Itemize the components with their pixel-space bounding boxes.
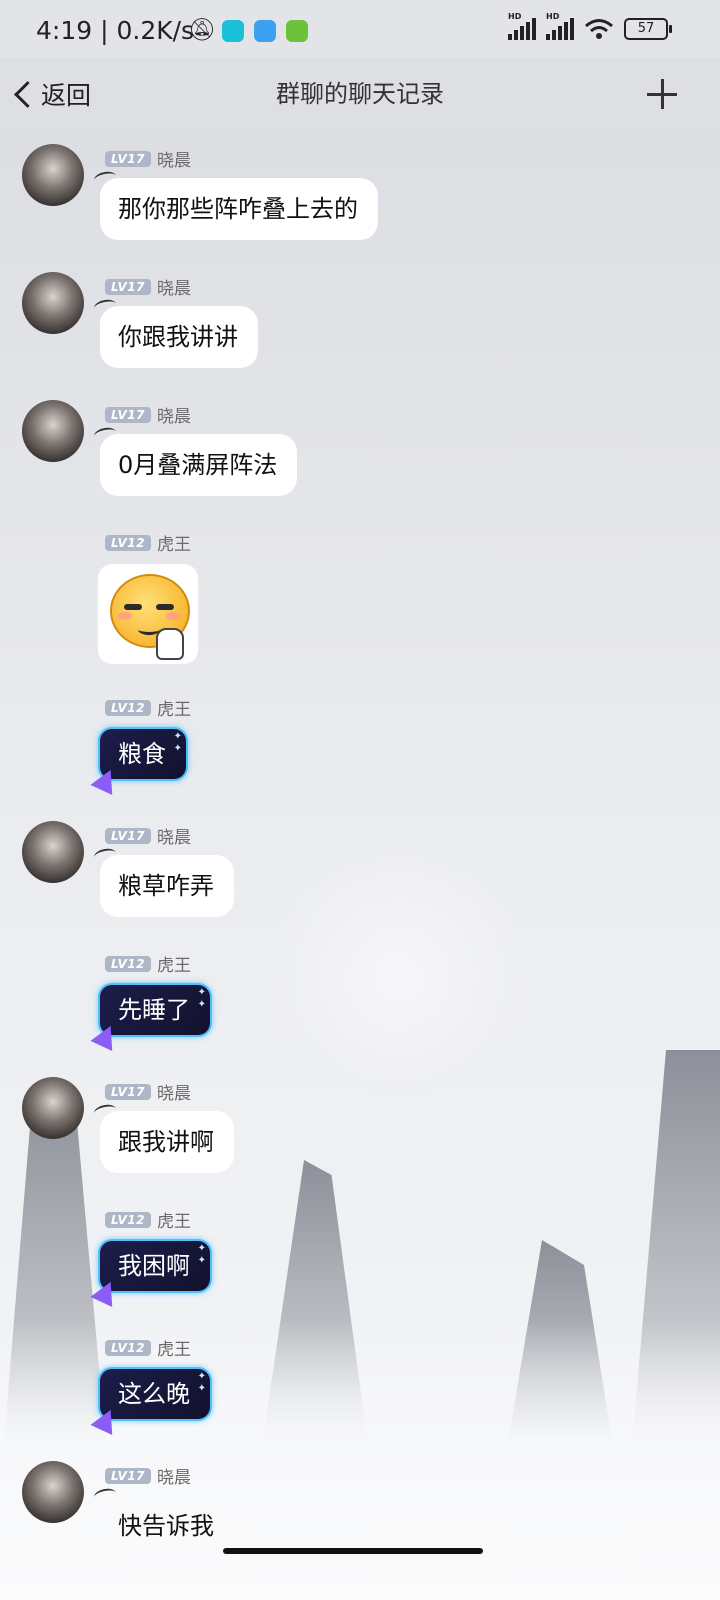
taptap-app-icon xyxy=(222,20,244,42)
styled-message-bubble[interactable]: ✦ ✦ 先睡了 xyxy=(90,983,212,1052)
hd-signal-icon: HD xyxy=(546,12,574,40)
avatar[interactable] xyxy=(22,272,84,334)
hd-signal-icon: HD xyxy=(508,12,536,40)
level-badge: LV17 xyxy=(105,406,151,423)
message-bubble[interactable]: 你跟我讲讲 xyxy=(92,297,258,368)
status-time: 4:19 | 0.2K/s xyxy=(36,16,195,45)
sender-name: 晓晨 xyxy=(156,279,191,299)
level-badge: LV12 xyxy=(105,534,151,551)
avatar[interactable] xyxy=(22,144,84,206)
wifi-icon xyxy=(585,19,613,39)
styled-message-bubble[interactable]: ✦ ✦ 我困啊 xyxy=(90,1239,212,1308)
level-badge: LV12 xyxy=(105,955,151,972)
sender-name: 虎王 xyxy=(156,1212,191,1232)
styled-message-bubble[interactable]: ✦ ✦ 这么晚 xyxy=(90,1367,212,1436)
level-badge: LV17 xyxy=(105,150,151,167)
message-text: 跟我讲啊 xyxy=(118,1128,214,1156)
header: 返回 群聊的聊天记录 xyxy=(0,58,720,132)
level-badge: LV12 xyxy=(105,699,151,716)
sender-name: 晓晨 xyxy=(156,151,191,171)
message-bubble[interactable]: 那你那些阵咋叠上去的 xyxy=(92,169,378,240)
battery-icon: 57 xyxy=(624,18,672,40)
level-badge: LV17 xyxy=(105,827,151,844)
store-app-icon xyxy=(254,20,276,42)
plus-icon[interactable] xyxy=(644,76,680,112)
message-text: 我困啊 xyxy=(118,1252,190,1280)
sender-name: 晓晨 xyxy=(156,828,191,848)
styled-message-bubble[interactable]: ✦ ✦ 粮食 xyxy=(90,727,188,796)
star-decoration-icon xyxy=(90,1276,122,1308)
level-badge: LV17 xyxy=(105,278,151,295)
message-text: 先睡了 xyxy=(118,996,190,1024)
home-indicator[interactable] xyxy=(223,1548,483,1554)
sender-name: 晓晨 xyxy=(156,407,191,427)
sender-name: 晓晨 xyxy=(156,1468,191,1488)
star-decoration-icon xyxy=(90,1020,122,1052)
avatar[interactable] xyxy=(22,1077,84,1139)
hand-icon xyxy=(156,628,184,660)
message-text: 这么晚 xyxy=(118,1380,190,1408)
mute-bell-icon: 🔕︎ xyxy=(188,18,216,43)
level-badge: LV12 xyxy=(105,1211,151,1228)
page-title: 群聊的聊天记录 xyxy=(276,80,444,108)
avatar[interactable] xyxy=(22,821,84,883)
status-bar: 4:19 | 0.2K/s 🔕︎ HD HD 57 xyxy=(0,0,720,58)
background-moon xyxy=(268,848,528,1108)
message-text: 快告诉我 xyxy=(118,1512,214,1540)
message-text: 你跟我讲讲 xyxy=(118,323,238,351)
background-fog xyxy=(0,1320,720,1600)
download-app-icon xyxy=(286,20,308,42)
avatar[interactable] xyxy=(22,1461,84,1523)
avatar[interactable] xyxy=(22,400,84,462)
message-text: 0月叠满屏阵法 xyxy=(118,451,278,479)
sticker-message[interactable] xyxy=(98,564,198,664)
message-bubble[interactable]: 粮草咋弄 xyxy=(92,846,234,917)
sender-name: 虎王 xyxy=(156,1340,191,1360)
message-bubble[interactable]: 0月叠满屏阵法 xyxy=(92,425,298,496)
level-badge: LV12 xyxy=(105,1339,151,1356)
sender-name: 虎王 xyxy=(156,956,191,976)
message-text: 粮食 xyxy=(118,740,166,768)
message-text: 粮草咋弄 xyxy=(118,872,214,900)
level-badge: LV17 xyxy=(105,1467,151,1484)
star-decoration-icon xyxy=(90,764,122,796)
level-badge: LV17 xyxy=(105,1083,151,1100)
sender-name: 虎王 xyxy=(156,700,191,720)
sender-name: 晓晨 xyxy=(156,1084,191,1104)
message-bubble[interactable]: 快告诉我 xyxy=(92,1486,234,1557)
net-speed: 0.2K/s xyxy=(116,16,195,45)
sender-name: 虎王 xyxy=(156,535,191,555)
message-text: 那你那些阵咋叠上去的 xyxy=(118,195,358,223)
message-bubble[interactable]: 跟我讲啊 xyxy=(92,1102,234,1173)
